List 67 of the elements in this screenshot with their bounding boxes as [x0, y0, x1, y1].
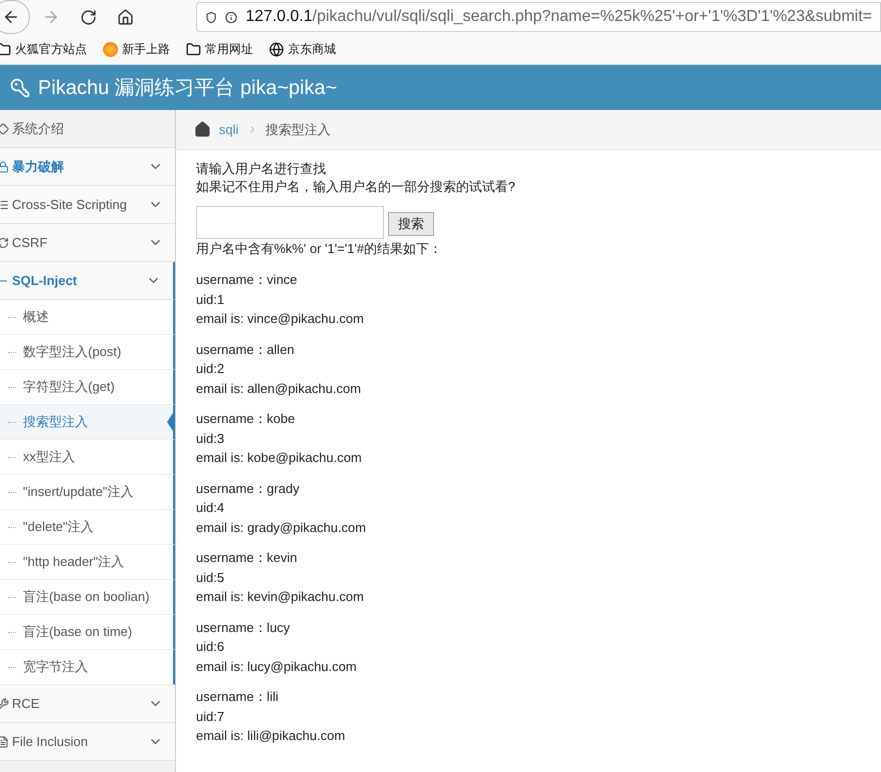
result-line: uid:6	[196, 638, 226, 656]
result-line: username：kevin	[196, 549, 298, 567]
search-field[interactable]	[196, 206, 384, 239]
browser-logo-icon	[103, 42, 118, 56]
result-line: email is: kobe@pikachu.com	[196, 449, 363, 467]
result-line: username：allen	[196, 340, 296, 358]
info-icon	[225, 10, 238, 24]
sidebar-section[interactable]: 暴力破解	[0, 148, 175, 186]
result-line: email is: kevin@pikachu.com	[196, 588, 365, 606]
intro-text: 如果记不住用户名，输入用户名的一部分搜索的试试看?	[196, 178, 516, 196]
sidebar-subitem[interactable]: 盲注(base on boolian)	[0, 580, 175, 615]
key-icon	[10, 78, 30, 98]
bookmark-item[interactable]: 京东商城	[269, 40, 336, 58]
sidebar-subitem[interactable]: "insert/update"注入	[0, 475, 175, 510]
result-line: email is: grady@pikachu.com	[196, 518, 367, 537]
search-button[interactable]: 搜索	[388, 212, 434, 236]
folder-icon	[186, 42, 201, 56]
result-heading: 用户名中含有%k%' or '1'='1'#的结果如下：	[196, 240, 444, 258]
sidebar-section[interactable]: CSRF	[0, 224, 175, 262]
globe-icon	[269, 42, 284, 56]
sidebar-section[interactable]: File Inclusion	[0, 723, 175, 761]
sidebar-subitem[interactable]: 盲注(base on time)	[0, 615, 175, 650]
result-line: email is: vince@pikachu.com	[196, 310, 365, 328]
bookmark-item[interactable]: 火狐官方站点	[0, 40, 87, 58]
shield-icon	[205, 10, 218, 24]
result-line: uid:7	[196, 708, 226, 726]
result-line: uid:4	[196, 499, 226, 517]
result-line: username：grady	[196, 480, 300, 498]
folder-icon	[0, 42, 11, 56]
result-line: uid:1	[196, 290, 226, 308]
result-line: uid:3	[196, 430, 226, 448]
sidebar-section[interactable]: RCE	[0, 685, 175, 723]
section-icon	[0, 736, 9, 748]
address-bar[interactable]: 127.0.0.1/pikachu/vul/sqli/sqli_search.php?name=%25k%25'+or+'1'%3D'1'%23&submit=	[196, 2, 881, 32]
bookmark-item[interactable]: 新手上路	[103, 40, 170, 58]
result-line: email is: allen@pikachu.com	[196, 380, 362, 398]
sidebar-subitem[interactable]: xx型注入	[0, 440, 175, 475]
home-icon[interactable]	[117, 8, 134, 26]
result-line: username：lili	[196, 688, 280, 706]
reload-icon[interactable]	[80, 8, 97, 26]
section-icon	[0, 198, 9, 210]
sidebar-section[interactable]: SQL-Inject	[0, 262, 175, 300]
result-line: email is: lili@pikachu.com	[196, 727, 346, 745]
sidebar-section[interactable]: Cross-Site Scripting	[0, 186, 175, 224]
sidebar-subitem[interactable]: 概述	[0, 300, 175, 335]
result-line: email is: lucy@pikachu.com	[196, 658, 358, 676]
sidebar-subitem[interactable]: 搜索型注入	[0, 405, 175, 440]
section-icon	[0, 122, 9, 134]
result-line: uid:5	[196, 568, 226, 586]
section-icon	[0, 698, 9, 710]
result-line: username：lucy	[196, 618, 291, 637]
intro-text: 请输入用户名进行查找	[196, 160, 327, 178]
result-line: username：kobe	[196, 410, 296, 428]
section-icon	[0, 236, 9, 248]
result-line: username：vince	[196, 271, 298, 289]
section-icon	[0, 160, 9, 172]
sidebar-subitem[interactable]: 字符型注入(get)	[0, 370, 175, 405]
result-line: uid:2	[196, 360, 226, 378]
site-title[interactable]: Pikachu 漏洞练习平台 pika~pika~	[38, 72, 338, 102]
sidebar-subitem[interactable]: "delete"注入	[0, 510, 175, 545]
breadcrumb-current: 搜索型注入	[266, 120, 331, 139]
sidebar-subitem[interactable]: 数字型注入(post)	[0, 335, 175, 370]
bookmark-item[interactable]: 常用网址	[186, 40, 253, 58]
home-icon[interactable]	[194, 121, 211, 138]
url-text: 127.0.0.1/pikachu/vul/sqli/sqli_search.php?name=%25k%25'+or+'1'%3D'1'%23&submit=	[246, 7, 872, 27]
sidebar-subitem[interactable]: "http header"注入	[0, 545, 175, 580]
sidebar-subitem[interactable]: 宽字节注入	[0, 650, 175, 685]
